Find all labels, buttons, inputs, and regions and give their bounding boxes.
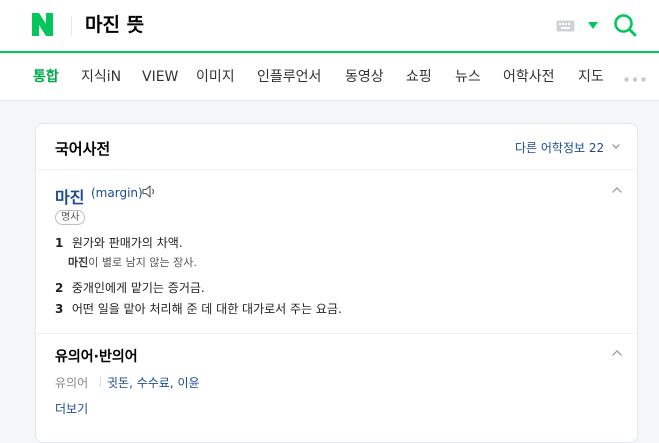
example-text: 이 별로 남지 않는 장사. (88, 256, 197, 269)
tab-influencer[interactable]: 인플루언서 (257, 68, 321, 86)
definition-number: 2 (55, 281, 64, 295)
chevron-up-icon[interactable] (612, 350, 622, 356)
header-divider (71, 16, 72, 36)
entry-word[interactable]: 마진 (55, 184, 84, 208)
tab-integrated[interactable]: 통합 (33, 68, 59, 86)
tab-video[interactable]: 동영상 (345, 68, 384, 86)
synonyms-title: 유의어·반의어 (55, 349, 138, 365)
definition-number: 3 (55, 302, 64, 316)
search-tabs: 통합 지식iN VIEW 이미지 인플루언서 동영상 쇼핑 뉴스 어학사전 지도 (0, 55, 659, 101)
definition-example: 마진이 별로 남지 않는 장사. (68, 254, 197, 270)
definition-text: 중개인에게 맡기는 증거금. (71, 281, 205, 295)
more-tabs-icon[interactable] (624, 77, 646, 82)
chevron-down-icon[interactable] (612, 144, 620, 149)
keyboard-icon[interactable] (556, 20, 575, 32)
tab-images[interactable]: 이미지 (196, 68, 235, 86)
search-icon[interactable] (613, 13, 637, 37)
definition-1: 1 원가와 판매가의 차액. (55, 234, 183, 251)
definition-3: 3 어떤 일을 맡아 처리해 준 데 대한 대가로서 주는 요금. (55, 300, 342, 317)
definition-text: 원가와 판매가의 차액. (71, 236, 183, 250)
tab-news[interactable]: 뉴스 (455, 68, 481, 86)
tab-view[interactable]: VIEW (142, 68, 178, 86)
more-link[interactable]: 더보기 (55, 400, 88, 417)
other-dictionary-link[interactable]: 다른 어학정보 22 (515, 139, 604, 156)
tab-map[interactable]: 지도 (578, 68, 604, 86)
entry-origin: (margin) (91, 186, 143, 200)
search-header: 마진 뜻 (0, 0, 659, 53)
synonym-list[interactable]: 귓돈, 수수료, 이윤 (107, 374, 200, 391)
card-title: 국어사전 (55, 140, 111, 158)
section-divider (36, 333, 637, 334)
chevron-up-icon[interactable] (612, 187, 622, 193)
tab-kin[interactable]: 지식iN (81, 68, 121, 86)
pos-badge: 명사 (55, 210, 86, 225)
naver-logo-icon[interactable] (32, 13, 53, 36)
dictionary-card: 국어사전 다른 어학정보 22 마진 (margin) 명사 1 원가와 판매가… (35, 123, 638, 443)
definition-number: 1 (55, 236, 64, 250)
synonym-separator (100, 376, 101, 387)
speaker-icon[interactable] (142, 184, 157, 199)
definition-2: 2 중개인에게 맡기는 증거금. (55, 279, 205, 296)
search-query[interactable]: 마진 뜻 (85, 11, 144, 39)
caret-down-icon[interactable] (588, 22, 598, 29)
card-divider (36, 169, 637, 170)
synonym-label: 유의어 (55, 376, 89, 390)
tab-shopping[interactable]: 쇼핑 (406, 68, 432, 86)
definition-text: 어떤 일을 맡아 처리해 준 데 대한 대가로서 주는 요금. (71, 302, 342, 316)
example-word: 마진 (68, 256, 89, 269)
tab-dictionary[interactable]: 어학사전 (503, 68, 555, 86)
